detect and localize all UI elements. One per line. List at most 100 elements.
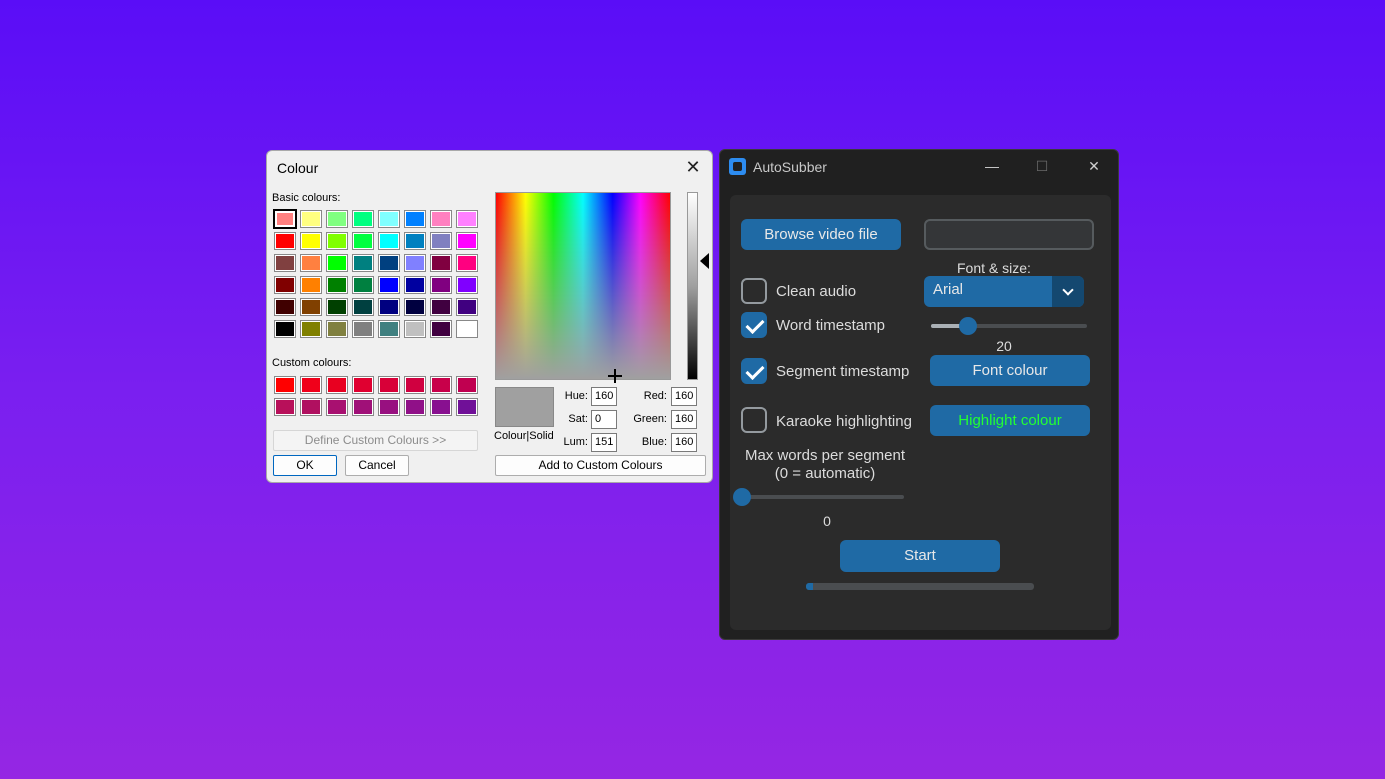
custom-colour-swatch[interactable] xyxy=(456,398,478,416)
basic-colour-swatch[interactable] xyxy=(378,276,400,294)
blue-field[interactable]: 160 xyxy=(671,433,697,452)
basic-colour-swatch[interactable] xyxy=(326,254,348,272)
basic-colour-swatch[interactable] xyxy=(352,320,374,338)
basic-colour-swatch[interactable] xyxy=(456,254,478,272)
custom-colour-swatch[interactable] xyxy=(404,398,426,416)
basic-colour-swatch[interactable] xyxy=(430,232,452,250)
basic-colour-swatch[interactable] xyxy=(326,320,348,338)
basic-colour-swatch[interactable] xyxy=(300,320,322,338)
custom-colour-swatch[interactable] xyxy=(274,398,296,416)
start-button[interactable]: Start xyxy=(840,540,1000,572)
sat-field[interactable]: 0 xyxy=(591,410,617,429)
basic-colour-swatch[interactable] xyxy=(352,210,374,228)
karaoke-highlighting-label[interactable]: Karaoke highlighting xyxy=(776,413,912,430)
define-custom-colours-button[interactable]: Define Custom Colours >> xyxy=(273,430,478,451)
basic-colour-swatch[interactable] xyxy=(326,298,348,316)
basic-colour-swatch[interactable] xyxy=(300,254,322,272)
close-icon[interactable]: ✕ xyxy=(1079,154,1109,178)
basic-colour-swatch[interactable] xyxy=(456,298,478,316)
custom-colour-swatch[interactable] xyxy=(456,376,478,394)
basic-colour-swatch[interactable] xyxy=(274,298,296,316)
hue-field[interactable]: 160 xyxy=(591,387,617,406)
word-timestamp-checkbox[interactable] xyxy=(741,312,767,338)
luminosity-arrow-icon[interactable] xyxy=(700,253,709,269)
dialog-close-icon[interactable]: ✕ xyxy=(682,156,704,178)
custom-colour-swatch[interactable] xyxy=(326,398,348,416)
basic-colour-swatch[interactable] xyxy=(274,232,296,250)
basic-colour-swatch[interactable] xyxy=(378,210,400,228)
max-words-slider[interactable] xyxy=(733,488,904,506)
basic-colour-swatch[interactable] xyxy=(378,254,400,272)
basic-colour-swatch[interactable] xyxy=(430,276,452,294)
lum-field[interactable]: 151 xyxy=(591,433,617,452)
add-to-custom-colours-button[interactable]: Add to Custom Colours xyxy=(495,455,706,476)
custom-colour-swatch[interactable] xyxy=(430,376,452,394)
basic-colour-swatch[interactable] xyxy=(300,210,322,228)
basic-colour-swatch[interactable] xyxy=(456,210,478,228)
basic-colour-swatch[interactable] xyxy=(456,320,478,338)
basic-colour-swatch[interactable] xyxy=(456,232,478,250)
custom-colour-swatch[interactable] xyxy=(352,398,374,416)
highlight-colour-button[interactable]: Highlight colour xyxy=(930,405,1090,436)
custom-colour-swatch[interactable] xyxy=(378,376,400,394)
file-path-entry[interactable] xyxy=(924,219,1094,250)
green-field[interactable]: 160 xyxy=(671,410,697,429)
basic-colour-swatch[interactable] xyxy=(378,298,400,316)
basic-colour-swatch[interactable] xyxy=(456,276,478,294)
word-timestamp-label[interactable]: Word timestamp xyxy=(776,317,885,334)
basic-colour-swatch[interactable] xyxy=(326,232,348,250)
basic-colour-swatch[interactable] xyxy=(352,298,374,316)
clean-audio-checkbox[interactable] xyxy=(741,278,767,304)
basic-colour-swatch[interactable] xyxy=(430,298,452,316)
font-colour-button[interactable]: Font colour xyxy=(930,355,1090,386)
basic-colour-swatch[interactable] xyxy=(404,254,426,272)
basic-colour-swatch[interactable] xyxy=(378,320,400,338)
custom-colour-swatch[interactable] xyxy=(352,376,374,394)
basic-colour-swatch[interactable] xyxy=(404,320,426,338)
basic-colour-swatch[interactable] xyxy=(430,320,452,338)
basic-colour-swatch[interactable] xyxy=(352,232,374,250)
custom-colour-swatch[interactable] xyxy=(404,376,426,394)
custom-colour-swatch[interactable] xyxy=(326,376,348,394)
cancel-button[interactable]: Cancel xyxy=(345,455,409,476)
basic-colour-swatch[interactable] xyxy=(326,276,348,294)
red-field[interactable]: 160 xyxy=(671,387,697,406)
clean-audio-label[interactable]: Clean audio xyxy=(776,283,856,300)
basic-colour-swatch[interactable] xyxy=(274,276,296,294)
karaoke-highlighting-checkbox[interactable] xyxy=(741,407,767,433)
custom-colour-swatch[interactable] xyxy=(430,398,452,416)
custom-colour-swatch[interactable] xyxy=(378,398,400,416)
segment-timestamp-checkbox[interactable] xyxy=(741,358,767,384)
basic-colour-swatch[interactable] xyxy=(430,254,452,272)
custom-colour-swatch[interactable] xyxy=(274,376,296,394)
basic-colour-swatch[interactable] xyxy=(404,232,426,250)
maximize-icon[interactable]: ☐ xyxy=(1027,154,1057,178)
basic-colour-swatch[interactable] xyxy=(352,276,374,294)
basic-colour-swatch[interactable] xyxy=(404,298,426,316)
luminosity-bar[interactable] xyxy=(687,192,698,380)
custom-colour-swatch[interactable] xyxy=(300,398,322,416)
font-size-slider-handle[interactable] xyxy=(959,317,978,335)
minimize-icon[interactable]: — xyxy=(977,154,1007,178)
basic-colour-swatch[interactable] xyxy=(352,254,374,272)
basic-colour-swatch[interactable] xyxy=(404,276,426,294)
font-size-slider[interactable] xyxy=(931,317,1087,335)
browse-video-button[interactable]: Browse video file xyxy=(741,219,901,250)
basic-colour-swatch[interactable] xyxy=(274,254,296,272)
basic-colour-swatch[interactable] xyxy=(300,298,322,316)
basic-colour-swatch[interactable] xyxy=(378,232,400,250)
ok-button[interactable]: OK xyxy=(273,455,337,476)
custom-colour-swatch[interactable] xyxy=(300,376,322,394)
basic-colour-swatch[interactable] xyxy=(274,320,296,338)
segment-timestamp-label[interactable]: Segment timestamp xyxy=(776,363,909,380)
max-words-slider-handle[interactable] xyxy=(733,488,751,506)
colour-spectrum[interactable] xyxy=(495,192,671,383)
chevron-down-icon[interactable] xyxy=(1052,276,1084,307)
font-dropdown[interactable]: Arial xyxy=(924,276,1084,307)
basic-colour-swatch[interactable] xyxy=(300,232,322,250)
basic-colour-swatch[interactable] xyxy=(430,210,452,228)
basic-colour-swatch[interactable] xyxy=(300,276,322,294)
basic-colour-swatch[interactable] xyxy=(404,210,426,228)
basic-colour-swatch[interactable] xyxy=(273,209,297,229)
basic-colour-swatch[interactable] xyxy=(326,210,348,228)
